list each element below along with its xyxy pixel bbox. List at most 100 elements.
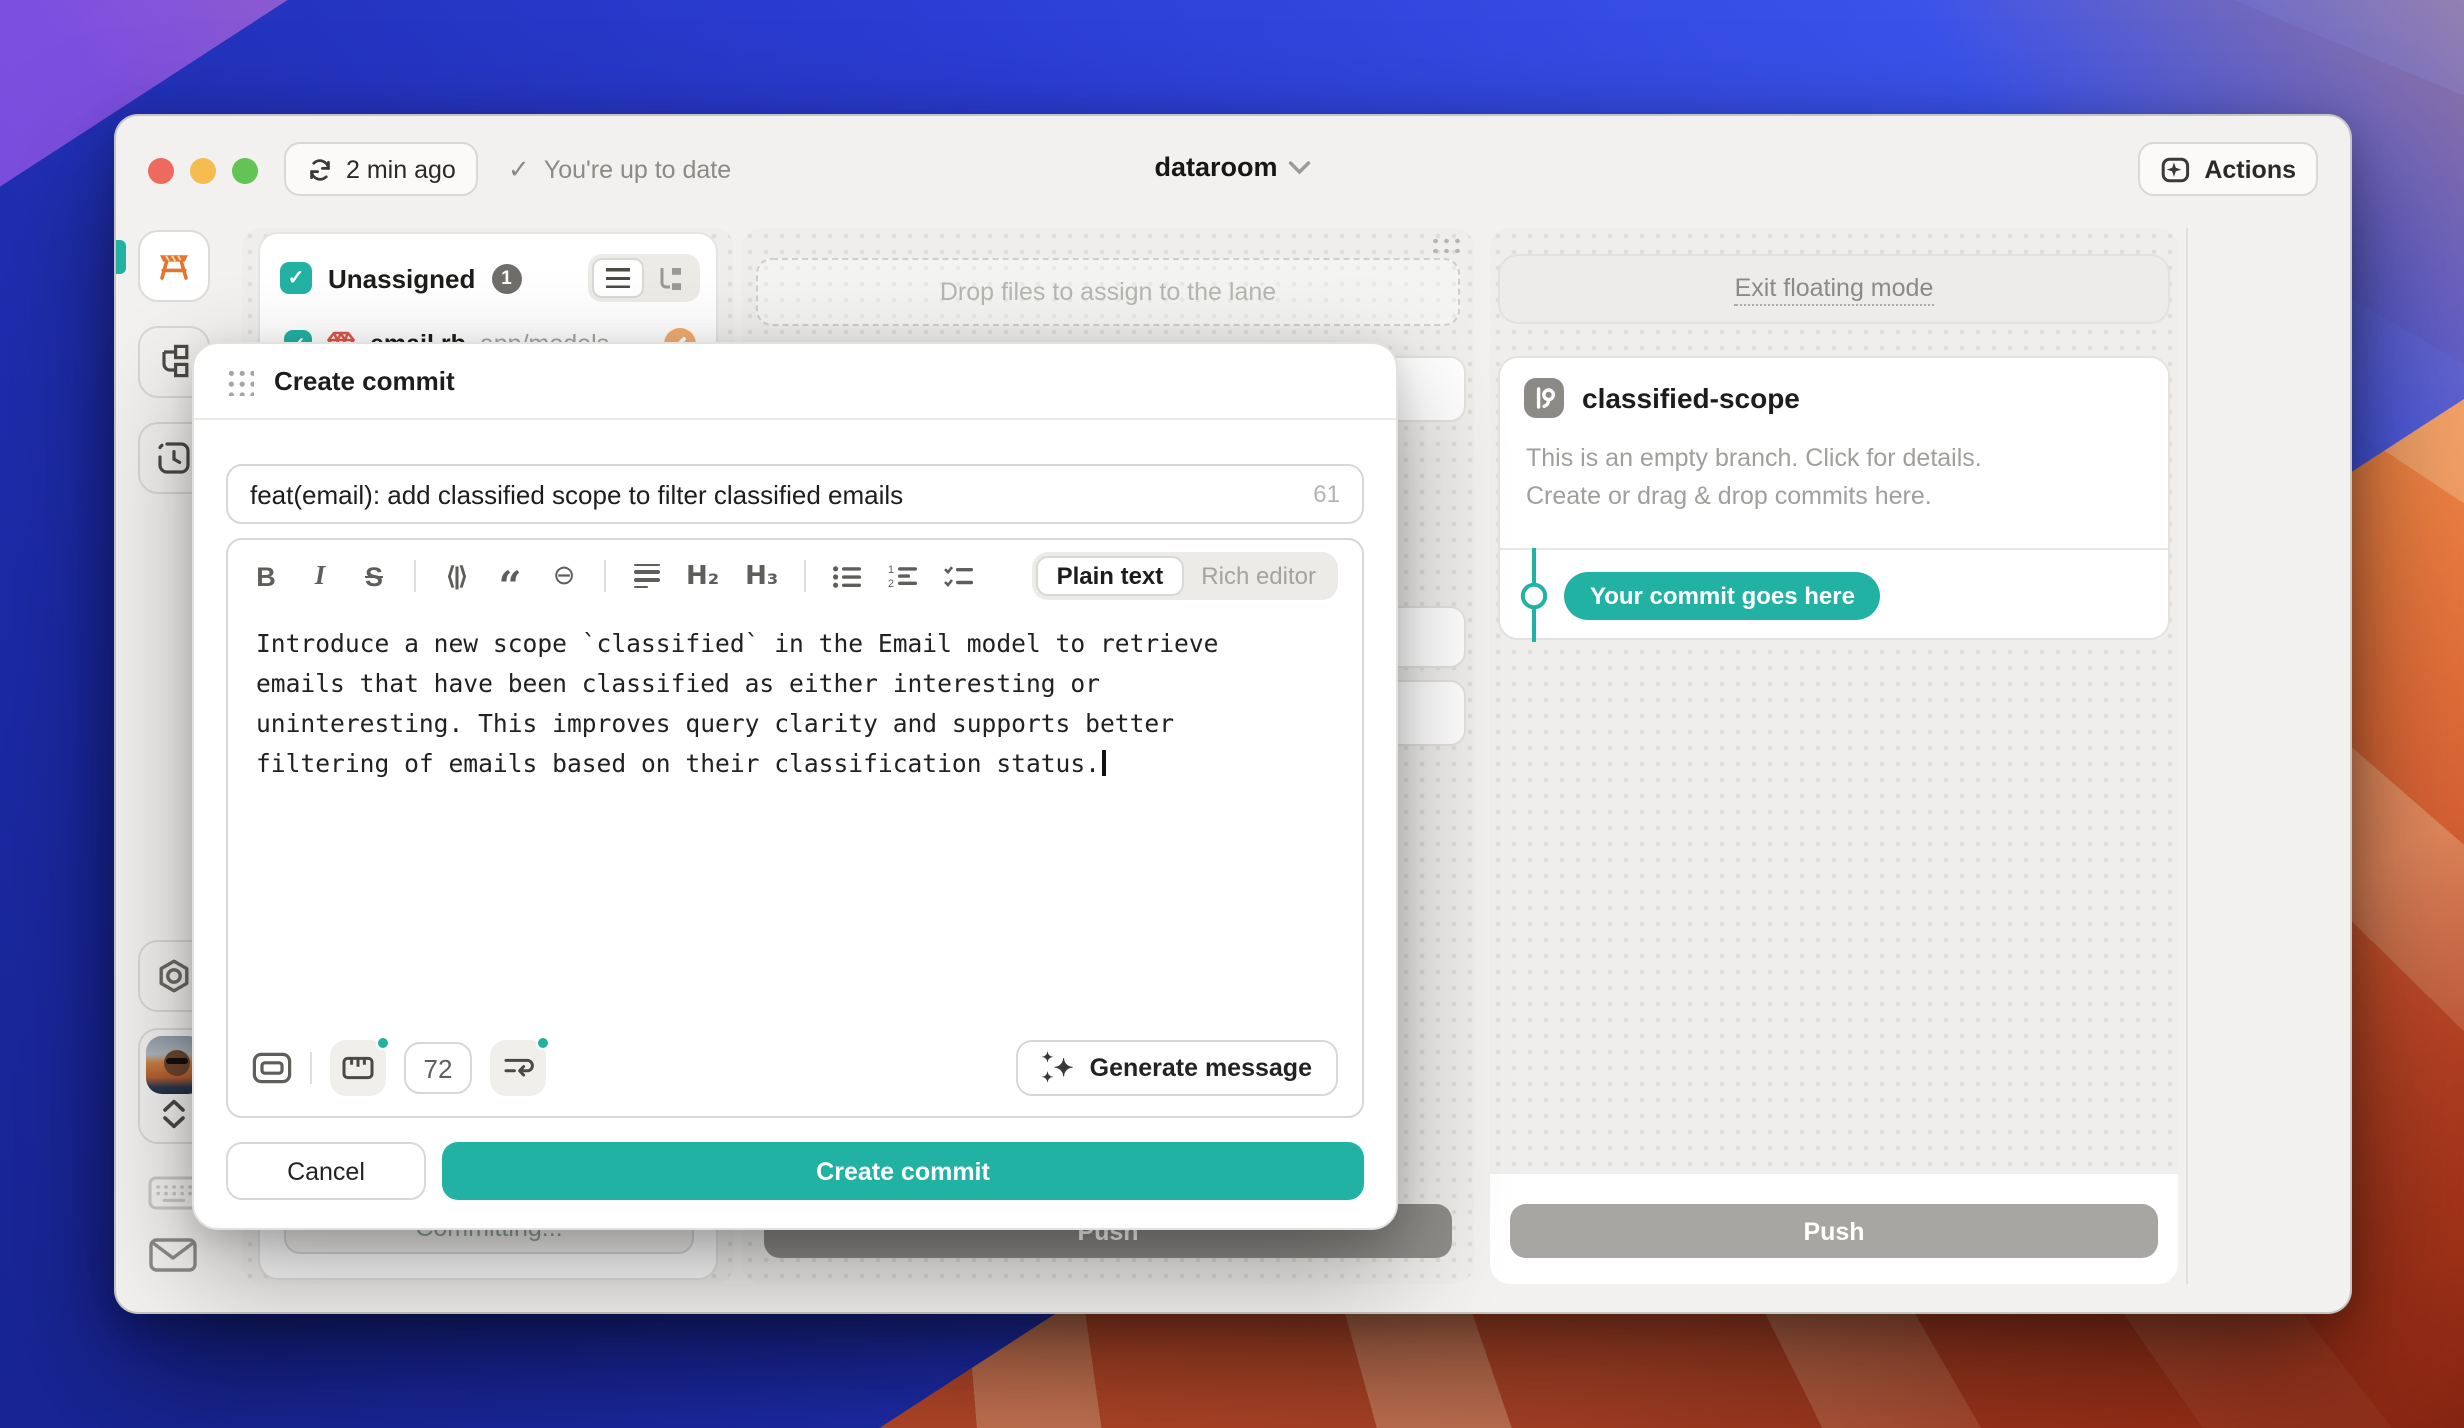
text-caret [1102,750,1105,776]
toolbar-divider [414,560,416,592]
dialog-header: Create commit [194,344,1396,420]
file-drop-zone[interactable]: Drop files to assign to the lane [756,258,1460,326]
actions-label: Actions [2204,155,2296,183]
desktop: 2 min ago ✓ You're up to date dataroom A… [0,0,2464,1428]
feedback-button[interactable] [148,1236,198,1274]
editor-footer: 72 ✦ ✦ ✦ Generate message [252,1040,1338,1096]
sparkles-icon: ✦ ✦ ✦ [1042,1052,1074,1084]
unassigned-title: Unassigned [328,263,475,293]
commit-message-editor: B I S ⟨|⟩ “ ⊖ H₂ H₃ [226,538,1364,1118]
fetch-time-label: 2 min ago [346,155,456,183]
branch-graph-icon [154,342,194,382]
toolbar-divider [604,560,606,592]
chevron-down-icon [1288,159,1312,175]
branch-card[interactable]: classified-scope This is an empty branch… [1498,356,2170,640]
sync-icon [306,155,334,183]
sync-status: ✓ You're up to date [508,142,731,196]
branch-empty-line1: This is an empty branch. Click for detai… [1526,440,1982,478]
unassigned-checkbox[interactable]: ✓ [280,262,312,294]
lanes-divider [2186,228,2188,1284]
unassigned-header: ✓ Unassigned 1 [280,250,700,306]
dialog-title: Create commit [274,366,455,396]
window-controls [148,158,258,184]
lane-drag-handle[interactable] [1430,236,1462,254]
numbered-list-icon: 1 2 [888,563,918,589]
bullet-list-button[interactable] [832,556,862,596]
workbench-icon [154,246,194,286]
sync-status-label: You're up to date [544,155,731,183]
history-clock-icon [154,438,194,478]
template-icon [252,1052,292,1084]
workspace-accent-tab [116,240,126,274]
link-button[interactable]: ⊖ [550,556,578,596]
actions-sparkle-icon [2160,153,2192,185]
ruler-toggle[interactable] [330,1040,386,1096]
plain-text-tab[interactable]: Plain text [1037,556,1184,596]
dialog-actions: Cancel Create commit [226,1142,1364,1200]
svg-text:2: 2 [888,577,894,589]
commit-message-textarea[interactable]: Introduce a new scope `classified` in th… [256,624,1334,1012]
check-icon: ✓ [508,153,530,185]
branch-push-button[interactable]: Push [1510,1204,2158,1258]
mail-icon [148,1236,198,1274]
zoom-window-button[interactable] [232,158,258,184]
align-button[interactable] [632,556,660,596]
numbered-list-button[interactable]: 1 2 [888,556,918,596]
ruler-icon [342,1056,374,1080]
commit-placeholder-pill: Your commit goes here [1564,572,1881,620]
branch-empty-description: This is an empty branch. Click for detai… [1526,440,1982,516]
commit-summary-input[interactable]: feat(email): add classified scope to fil… [226,464,1364,524]
generate-message-button[interactable]: ✦ ✦ ✦ Generate message [1016,1040,1338,1096]
ruler-active-dot [376,1036,390,1050]
footer-divider [310,1052,312,1084]
align-icon [633,563,659,589]
unassigned-count-badge: 1 [491,263,521,293]
word-wrap-icon [502,1054,534,1082]
character-count: 61 [1313,480,1340,508]
wrap-active-dot [536,1036,550,1050]
branch-header: classified-scope [1524,378,1800,418]
project-selector[interactable]: dataroom [1154,152,1311,182]
code-button[interactable]: ⟨|⟩ [442,556,470,596]
close-window-button[interactable] [148,158,174,184]
actions-button[interactable]: Actions [2138,142,2318,196]
tree-view-button[interactable] [644,258,696,298]
chevron-up-down-icon [160,1098,188,1130]
rich-editor-tab[interactable]: Rich editor [1183,556,1334,596]
branch-name: classified-scope [1582,382,1800,414]
checklist-icon [944,563,974,589]
strikethrough-button[interactable]: S [360,556,388,596]
quote-button[interactable]: “ [496,556,524,596]
svg-text:1: 1 [888,563,894,575]
checklist-button[interactable] [944,556,974,596]
editor-mode-toggle: Plain text Rich editor [1033,552,1338,600]
drag-handle-icon[interactable] [226,367,254,395]
italic-button[interactable]: I [306,556,334,596]
branch-icon [1524,378,1564,418]
wrap-width-input[interactable]: 72 [404,1042,472,1094]
drop-zone-hint: Drop files to assign to the lane [940,278,1276,306]
tree-view-icon [656,265,684,291]
generate-message-label: Generate message [1090,1054,1312,1082]
cancel-button[interactable]: Cancel [226,1142,426,1200]
bullet-list-icon [832,563,862,589]
word-wrap-toggle[interactable] [490,1040,546,1096]
sidebar-item-workspace[interactable] [138,230,210,302]
heading2-button[interactable]: H₂ [686,556,719,596]
project-name: dataroom [1154,152,1277,182]
branch-card-divider [1500,548,2168,550]
gear-icon [154,956,194,996]
commit-node-icon [1520,548,1548,642]
minimize-window-button[interactable] [190,158,216,184]
create-commit-button[interactable]: Create commit [442,1142,1364,1200]
list-view-icon [606,268,630,289]
toolbar-divider [804,560,806,592]
fetch-button[interactable]: 2 min ago [284,142,478,196]
lane-branch: Exit floating mode classified-scope This… [1490,228,2178,1284]
list-view-button[interactable] [592,258,644,298]
bold-button[interactable]: B [252,556,280,596]
exit-floating-mode-button[interactable]: Exit floating mode [1498,254,2170,324]
heading3-button[interactable]: H₃ [745,556,778,596]
view-mode-toggle [588,254,700,302]
exit-floating-label: Exit floating mode [1735,273,1934,305]
